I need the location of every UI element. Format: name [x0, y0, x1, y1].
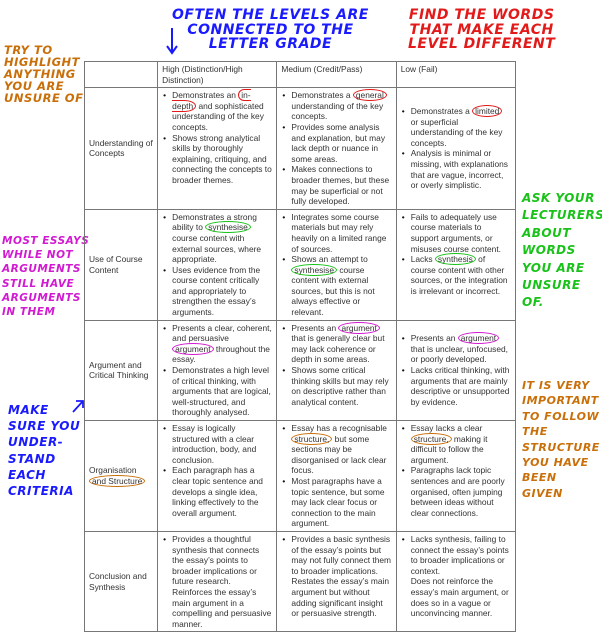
header-high: High (Distinction/High Distinction) [157, 60, 278, 89]
list-item: Demonstrates an in-depth and sophisticat… [163, 89, 272, 132]
list-item: Lacks synthesis of course content with o… [402, 253, 511, 296]
annotation-essays-arguments: MOST ESSAYS WHILE NOT ARGUMENTS STILL HA… [2, 235, 90, 318]
cell-high: Presents a clear, coherent, and persuasi… [157, 319, 278, 422]
annotation-ask-lecturers: ASK YOUR LECTURERS ABOUT WORDS YOU ARE U… [522, 191, 602, 310]
list-item: Shows some critical thinking skills but … [282, 365, 391, 407]
highlight-circle: argument [457, 332, 500, 345]
list-item: Does not reinforce the essay’s main argu… [410, 576, 509, 619]
header-criterion [83, 60, 159, 89]
annotation-follow-structure: IT IS VERY IMPORTANT TO FOLLOW THE STRUC… [522, 379, 600, 500]
highlight-circle: synthesise [205, 221, 251, 234]
cell-medium: Integrates some course materials but may… [276, 208, 397, 321]
annotation-understand-criteria: MAKE SURE YOU UNDER- STAND EACH CRITERIA [8, 403, 81, 498]
list-item: Essay has a recognisable structure, but … [282, 423, 391, 476]
list-item: Demonstrates a high level of critical th… [163, 365, 272, 418]
list-item: Demonstrates a general understanding of … [282, 89, 391, 122]
cell-low: Fails to adequately use course materials… [395, 208, 517, 321]
cell-high: Demonstrates a strong ability to synthes… [157, 208, 278, 321]
list-item: Provides a basic synthesis of the essay’… [282, 534, 391, 576]
list-item: Lacks synthesis, failing to connect the … [402, 534, 511, 576]
highlight-circle: and Structure [89, 474, 146, 487]
list-item: Integrates some course materials but may… [282, 212, 391, 254]
list-item: Each paragraph has a clear topic sentenc… [163, 465, 272, 518]
list-item: Lacks critical thinking, with arguments … [402, 365, 511, 407]
cell-low: Lacks synthesis, failing to connect the … [395, 530, 517, 632]
list-item: Most paragraphs have a topic sentence, b… [282, 476, 391, 529]
list-item: Uses evidence from the course content cr… [163, 265, 272, 318]
table-row: Use of Course Content Demonstrates a str… [83, 208, 517, 321]
highlight-circle: synthesise [291, 263, 337, 276]
criterion-label: Understanding of Concepts [83, 87, 159, 210]
table-row: Conclusion and Synthesis Provides a thou… [83, 530, 517, 632]
cell-high: Provides a thoughtful synthesis that con… [157, 530, 278, 632]
header-medium: Medium (Credit/Pass) [276, 60, 397, 89]
list-item: Analysis is minimal or missing, with exp… [402, 148, 511, 190]
annotation-highlight-unsure: TRY TO HIGHLIGHT ANYTHING YOU ARE UNSURE… [4, 43, 84, 106]
list-item: Restates the essay’s main argument but w… [291, 576, 390, 619]
cell-medium: Demonstrates a general understanding of … [276, 87, 397, 210]
table-header-row: High (Distinction/High Distinction) Medi… [83, 60, 517, 89]
list-item: Essay lacks a clear structure, making it… [402, 423, 511, 465]
highlight-circle: argument [172, 342, 214, 355]
annotation-levels-grade: OFTEN THE LEVELS ARE CONNECTED TO THE LE… [172, 7, 369, 53]
list-item: Presents a clear, coherent, and persuasi… [163, 323, 272, 365]
list-item: Presents an argument that is generally c… [282, 321, 391, 365]
table-row: Understanding of Concepts Demonstrates a… [83, 87, 517, 210]
list-item: Essay is logically structured with a cle… [163, 423, 272, 465]
rubric-table: High (Distinction/High Distinction) Medi… [83, 60, 517, 632]
list-item: Shows strong analytical skills by thorou… [163, 133, 272, 186]
cell-medium: Presents an argument that is generally c… [276, 319, 397, 422]
table-row: Argument and Critical Thinking Presents … [83, 319, 517, 422]
list-item: Demonstrates a strong ability to synthes… [163, 212, 272, 265]
list-item: Reinforces the essay’s main argument in … [172, 586, 272, 629]
list-item: Demonstrates a limited or superficial un… [402, 105, 511, 148]
highlight-circle: structure, [410, 432, 452, 445]
list-item: Fails to adequately use course materials… [402, 212, 511, 254]
list-item: Provides a thoughtful synthesis that con… [163, 534, 272, 587]
highlight-circle: argument [338, 321, 380, 334]
highlight-circle: structure, [291, 432, 333, 445]
list-item: Shows an attempt to synthesise course co… [282, 254, 391, 318]
table-row: Organisation and Structure Essay is logi… [83, 420, 517, 532]
cell-high: Demonstrates an in-depth and sophisticat… [157, 87, 278, 210]
annotation-find-words: FIND THE WORDS THAT MAKE EACH LEVEL DIFF… [408, 7, 556, 53]
cell-low: Essay lacks a clear structure, making it… [395, 420, 517, 532]
cell-high: Essay is logically structured with a cle… [157, 420, 278, 532]
header-low: Low (Fail) [395, 60, 517, 89]
criterion-label: Argument and Critical Thinking [83, 319, 159, 422]
cell-medium: Essay has a recognisable structure, but … [276, 420, 397, 532]
criterion-label: Use of Course Content [83, 208, 159, 321]
cell-low: Demonstrates a limited or superficial un… [395, 87, 517, 210]
arrow-down-icon [166, 28, 178, 55]
cell-low: Presents an argument that is unclear, un… [395, 319, 517, 422]
list-item: Presents an argument that is unclear, un… [402, 332, 511, 365]
cell-medium: Provides a basic synthesis of the essay’… [276, 530, 397, 632]
criterion-label: Organisation and Structure [83, 420, 159, 532]
list-item: Paragraphs lack topic sentences and are … [402, 465, 511, 518]
highlight-circle: limited [472, 105, 503, 118]
list-item: Provides some analysis and explanation, … [282, 122, 391, 164]
criterion-label: Conclusion and Synthesis [83, 530, 159, 632]
highlight-circle: synthesis [434, 253, 476, 266]
highlight-circle: general [352, 89, 387, 102]
list-item: Makes connections to broader themes, but… [282, 164, 391, 206]
